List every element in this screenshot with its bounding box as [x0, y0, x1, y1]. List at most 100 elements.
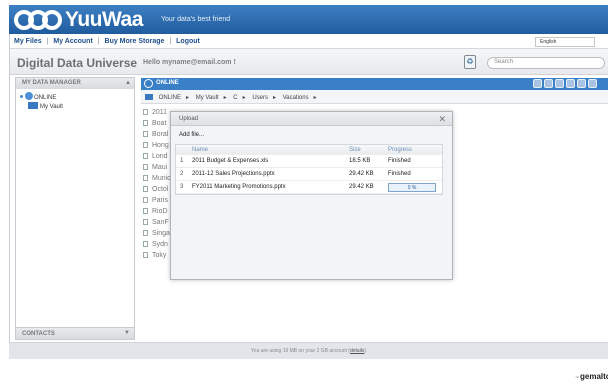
- file-size: 29.42 KB: [349, 184, 374, 190]
- view-button[interactable]: [533, 79, 542, 88]
- breadcrumb-separator: ▸: [186, 95, 190, 101]
- add-file-button[interactable]: Add file...: [179, 132, 204, 138]
- upload-dialog: Upload ✕ Add file... Name Size Progress …: [170, 111, 453, 280]
- table-row[interactable]: 1 2011 Budget & Expenses.xls 18.5 KB Fin…: [176, 155, 442, 168]
- menu-separator: |: [169, 38, 172, 45]
- file-name: Hong: [152, 142, 169, 149]
- breadcrumb-item[interactable]: Vacations: [283, 95, 309, 101]
- progress-bar: 0 %: [388, 183, 436, 192]
- file-name: Boat: [152, 120, 167, 127]
- file-name: RioD: [152, 208, 168, 215]
- search-input[interactable]: Search: [487, 57, 605, 69]
- view-button[interactable]: [588, 79, 597, 88]
- globe-icon: [144, 79, 153, 88]
- collapse-icon[interactable]: ▲: [125, 80, 131, 86]
- vendor-logo: ™gemalto: [575, 372, 608, 381]
- dialog-title-bar[interactable]: Upload ✕: [171, 112, 452, 126]
- trash-icon[interactable]: ♻: [464, 55, 476, 69]
- file-name: Paris: [152, 197, 168, 204]
- close-icon[interactable]: ✕: [438, 114, 446, 125]
- sidebar-header-label: MY DATA MANAGER: [22, 80, 81, 86]
- row-number: 1: [180, 158, 184, 164]
- globe-icon: [25, 92, 33, 100]
- table-row[interactable]: 2 2011-12 Sales Projections.pptx 29.42 K…: [176, 168, 442, 181]
- breadcrumb-item[interactable]: C: [233, 95, 237, 101]
- breadcrumb-item[interactable]: ONLINE: [159, 95, 181, 101]
- trademark-mark: ™: [575, 375, 579, 380]
- file-icon: [143, 197, 148, 203]
- page-title: Digital Data Universe: [17, 56, 138, 70]
- column-header-progress[interactable]: Progress: [388, 147, 412, 153]
- logo-rings-icon: [14, 10, 62, 30]
- brand-logo: YuuWaa: [65, 8, 143, 31]
- file-name: Munic: [152, 175, 171, 182]
- file-name: Sydn: [152, 241, 168, 248]
- top-banner: YuuWaa Your data's best friend: [9, 5, 608, 34]
- column-header-name[interactable]: Name: [192, 147, 208, 153]
- usage-text: You are using 16 MB on your 2 GB account: [250, 348, 347, 354]
- file-name: FY2011 Marketing Promotions.pptx: [192, 184, 286, 190]
- menu-logout[interactable]: Logout: [176, 38, 200, 45]
- expand-icon[interactable]: ▼: [124, 330, 130, 336]
- breadcrumb: ONLINE ▸ My Vault ▸ C ▸ Users ▸ Vacations ▸: [141, 90, 608, 104]
- pane-header: ONLINE: [141, 78, 608, 90]
- contacts-label: CONTACTS: [22, 331, 55, 337]
- folder-icon: [28, 102, 38, 109]
- menu-my-account[interactable]: My Account: [53, 38, 92, 45]
- tagline: Your data's best friend: [161, 16, 231, 23]
- folder-icon: [145, 94, 153, 100]
- expand-icon[interactable]: [20, 95, 23, 98]
- row-number: 2: [180, 171, 184, 177]
- breadcrumb-separator: ▸: [223, 95, 227, 101]
- language-select[interactable]: English: [535, 37, 595, 47]
- view-button[interactable]: [555, 79, 564, 88]
- storage-usage: You are using 16 MB on your 2 GB account…: [250, 348, 367, 354]
- upload-status: Finished: [388, 171, 411, 177]
- pane-title: ONLINE: [156, 80, 179, 86]
- file-icon: [143, 131, 148, 137]
- menu-my-files[interactable]: My Files: [14, 38, 42, 45]
- file-icon: [143, 219, 148, 225]
- footer: You are using 16 MB on your 2 GB account…: [9, 342, 608, 359]
- file-size: 18.5 KB: [349, 158, 371, 164]
- user-greeting: Hello myname@email.com !: [143, 59, 236, 66]
- table-row[interactable]: 3 FY2011 Marketing Promotions.pptx 29.42…: [176, 181, 442, 194]
- file-icon: [143, 109, 148, 115]
- upload-status: Finished: [388, 158, 411, 164]
- dialog-title: Upload: [179, 116, 199, 122]
- tree-item-label: ONLINE: [34, 95, 57, 101]
- table-header: Name Size Progress: [176, 145, 442, 155]
- file-name: Singa: [152, 230, 170, 237]
- main-menu: My Files | My Account | Buy More Storage…: [9, 34, 608, 49]
- tree-item-my-vault[interactable]: My Vault: [28, 102, 63, 110]
- tree-item-online[interactable]: ONLINE: [20, 92, 56, 101]
- details-link[interactable]: details: [350, 348, 364, 354]
- view-button[interactable]: [577, 79, 586, 88]
- file-name: Maui: [152, 164, 168, 171]
- view-toolbar: [533, 79, 599, 90]
- tree-item-label: My Vault: [40, 104, 63, 110]
- file-name: Lond: [152, 153, 168, 160]
- file-icon: [143, 142, 148, 148]
- menu-buy-more-storage[interactable]: Buy More Storage: [105, 38, 165, 45]
- file-name: Octol: [152, 186, 169, 193]
- row-number: 3: [180, 184, 184, 190]
- breadcrumb-item[interactable]: My Vault: [196, 95, 219, 101]
- view-button[interactable]: [566, 79, 575, 88]
- file-icon: [143, 164, 148, 170]
- frame-divider: [9, 34, 10, 359]
- file-name: Boral: [152, 131, 169, 138]
- sidebar: MY DATA MANAGER ▲ ONLINE My Vault CONTAC…: [15, 77, 135, 340]
- breadcrumb-separator: ▸: [273, 95, 277, 101]
- breadcrumb-separator: ▸: [242, 95, 246, 101]
- contacts-panel-header[interactable]: CONTACTS ▼: [16, 327, 134, 339]
- file-icon: [143, 153, 148, 159]
- column-header-size[interactable]: Size: [349, 147, 361, 153]
- file-name: 2011-12 Sales Projections.pptx: [192, 171, 275, 177]
- breadcrumb-item[interactable]: Users: [252, 95, 268, 101]
- view-button[interactable]: [544, 79, 553, 88]
- file-name: 2011: [152, 109, 168, 116]
- sidebar-header[interactable]: MY DATA MANAGER ▲: [16, 78, 134, 89]
- file-icon: [143, 175, 148, 181]
- file-name: 2011 Budget & Expenses.xls: [192, 158, 269, 164]
